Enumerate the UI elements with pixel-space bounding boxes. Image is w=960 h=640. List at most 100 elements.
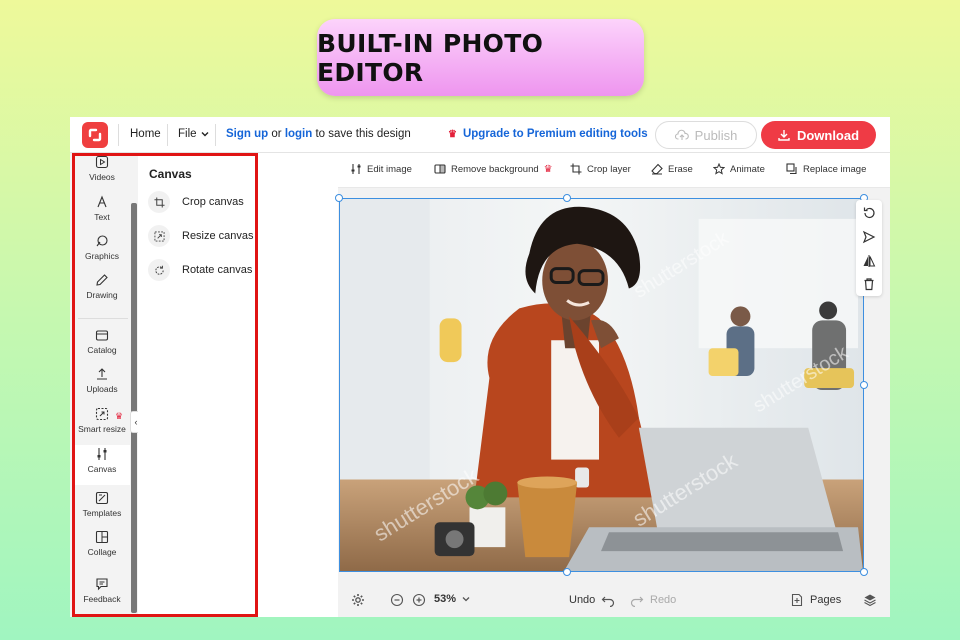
- rail-scrollbar[interactable]: [131, 203, 137, 613]
- banner-title: BUILT-IN PHOTO EDITOR: [317, 28, 544, 87]
- rail-label: Videos: [89, 172, 115, 182]
- publish-label: Publish: [694, 127, 738, 143]
- rail-label: Templates: [82, 508, 122, 518]
- rotate-icon[interactable]: [862, 206, 876, 220]
- rail-label: Smart resize: [78, 424, 126, 434]
- rail-label: Graphics: [84, 251, 119, 261]
- gear-icon: [352, 594, 364, 606]
- rail-label: Text: [94, 212, 110, 222]
- layers-button[interactable]: [863, 593, 877, 607]
- cloud-upload-icon: [674, 129, 689, 140]
- download-icon: [778, 130, 790, 141]
- resize-icon: [148, 225, 170, 247]
- eraser-icon: [651, 163, 663, 175]
- resize-canvas-label: Resize canvas: [182, 230, 254, 242]
- save-text: to save this design: [315, 128, 411, 140]
- edit-image-button[interactable]: Edit image: [350, 163, 412, 175]
- redo-button[interactable]: Redo: [630, 593, 676, 607]
- star-icon: [713, 163, 725, 175]
- zoom-select[interactable]: 53%: [434, 593, 470, 605]
- download-button[interactable]: Download: [761, 121, 876, 149]
- resize-handle[interactable]: [860, 568, 868, 576]
- rail-item-catalog[interactable]: Catalog: [74, 328, 130, 366]
- signup-link[interactable]: Sign up: [226, 128, 268, 140]
- sliders-icon: [97, 448, 107, 460]
- play-icon: [95, 155, 109, 169]
- rail-item-feedback[interactable]: Feedback: [74, 577, 130, 615]
- rail-label: Feedback: [83, 594, 121, 604]
- zoom-in-button[interactable]: [412, 593, 426, 607]
- remove-background-icon: [434, 164, 446, 174]
- redo-label: Redo: [650, 594, 677, 606]
- divider: [167, 124, 168, 146]
- rail-label: Drawing: [86, 290, 118, 300]
- pages-button[interactable]: Pages: [790, 593, 841, 607]
- canvas-panel: Canvas Crop canvas Resize canvas Rotate …: [138, 153, 258, 617]
- top-bar: Home File Sign up or login to save this …: [70, 117, 890, 153]
- auth-prompt: Sign up or login to save this design: [226, 128, 411, 140]
- rail-item-templates[interactable]: Templates: [74, 491, 130, 529]
- collage-icon: [95, 530, 109, 544]
- erase-button[interactable]: Erase: [651, 163, 693, 175]
- remove-background-button[interactable]: Remove background ♛: [434, 163, 553, 175]
- rotate-canvas-label: Rotate canvas: [182, 264, 253, 276]
- replace-image-icon: [786, 163, 797, 175]
- graphics-icon: [96, 235, 108, 247]
- sliders-icon: [351, 164, 361, 174]
- rail-label: Collage: [87, 547, 117, 557]
- resize-handle[interactable]: [860, 381, 868, 389]
- rail-item-text[interactable]: Text: [74, 195, 130, 233]
- bottom-bar: 53% Undo Redo Pages: [338, 583, 890, 617]
- settings-button[interactable]: [351, 593, 365, 607]
- trash-icon[interactable]: [862, 277, 876, 291]
- resize-canvas-option[interactable]: Resize canvas: [148, 225, 254, 247]
- workspace: Edit image Remove background ♛ Crop laye…: [335, 153, 890, 617]
- undo-icon: [601, 596, 615, 607]
- home-link[interactable]: Home: [130, 128, 161, 140]
- image-toolbar: Edit image Remove background ♛ Crop laye…: [338, 153, 890, 188]
- upgrade-premium-link[interactable]: ♛ Upgrade to Premium editing tools: [448, 128, 648, 140]
- rail-item-graphics[interactable]: Graphics: [74, 234, 130, 272]
- rail-label: Catalog: [87, 345, 117, 355]
- publish-button[interactable]: Publish: [655, 121, 757, 149]
- redo-icon: [630, 596, 644, 607]
- erase-label: Erase: [668, 163, 693, 175]
- rail-item-canvas[interactable]: Canvas: [74, 445, 130, 485]
- send-icon[interactable]: [862, 230, 876, 244]
- resize-handle[interactable]: [563, 568, 571, 576]
- flip-icon[interactable]: [862, 254, 876, 268]
- rail-item-uploads[interactable]: Uploads: [74, 367, 130, 405]
- undo-label: Undo: [569, 594, 596, 606]
- design-canvas[interactable]: shutterstock shutterstock shutterstock s…: [339, 198, 864, 572]
- editor-window: Home File Sign up or login to save this …: [70, 117, 890, 617]
- or-text: or: [271, 128, 282, 140]
- rail-item-collage[interactable]: Collage: [74, 530, 130, 568]
- rail-item-videos[interactable]: Videos: [74, 155, 130, 193]
- zoom-level: 53%: [434, 593, 457, 605]
- login-link[interactable]: login: [285, 128, 312, 140]
- file-menu[interactable]: File: [178, 128, 209, 140]
- pages-label: Pages: [810, 594, 842, 606]
- title-banner: BUILT-IN PHOTO EDITOR: [317, 19, 644, 96]
- rotate-canvas-option[interactable]: Rotate canvas: [148, 259, 252, 281]
- rail-item-drawing[interactable]: Drawing: [74, 273, 130, 311]
- upgrade-premium-label: Upgrade to Premium editing tools: [462, 128, 648, 140]
- rotate-icon: [148, 259, 170, 281]
- animate-button[interactable]: Animate: [713, 163, 765, 175]
- photo-woman-laptop[interactable]: shutterstock shutterstock shutterstock s…: [340, 199, 863, 571]
- add-page-icon: [791, 593, 803, 607]
- crop-layer-button[interactable]: Crop layer: [570, 163, 631, 175]
- replace-image-button[interactable]: Replace image: [786, 163, 866, 175]
- zoom-out-button[interactable]: [390, 593, 404, 607]
- crop-canvas-option[interactable]: Crop canvas: [148, 191, 244, 213]
- resize-handle[interactable]: [563, 194, 571, 202]
- crop-icon: [148, 191, 170, 213]
- crop-layer-label: Crop layer: [587, 163, 631, 175]
- upload-icon: [97, 368, 107, 380]
- rail-divider: [78, 318, 128, 319]
- undo-button[interactable]: Undo: [569, 593, 615, 607]
- rail-label: Uploads: [86, 384, 118, 394]
- app-logo[interactable]: [82, 122, 108, 148]
- replace-image-label: Replace image: [803, 163, 867, 175]
- resize-handle[interactable]: [335, 194, 343, 202]
